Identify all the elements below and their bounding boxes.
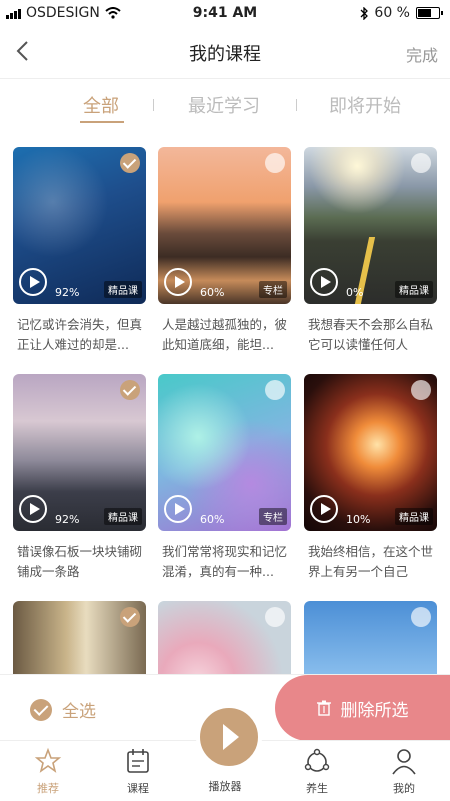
select-checkbox[interactable] <box>411 607 431 627</box>
tab-recent[interactable]: 最近学习 <box>188 92 260 118</box>
course-description: 记忆或许会消失，但真正让人难过的却是... <box>17 317 143 352</box>
course-thumbnail: 10% 精品课 <box>304 374 437 531</box>
person-icon <box>392 749 416 775</box>
bluetooth-icon <box>360 6 369 20</box>
check-circle-icon <box>30 698 52 721</box>
course-description: 错误像石板一块块铺砌铺成一条路 <box>17 544 143 579</box>
course-description: 我想春天不会那么自私它可以读懂任何人 <box>308 317 434 352</box>
progress-label: 92% <box>55 286 80 299</box>
tabbar-label: 我的 <box>393 782 415 795</box>
star-icon <box>34 747 62 773</box>
done-button[interactable]: 完成 <box>406 42 438 66</box>
tabbar-label: 养生 <box>306 782 328 795</box>
progress-label: 10% <box>346 513 371 526</box>
course-tag: 专栏 <box>259 508 287 525</box>
select-checkbox[interactable] <box>411 153 431 173</box>
tabbar-label: 推荐 <box>37 782 59 795</box>
tab-upcoming[interactable]: 即将开始 <box>329 92 401 118</box>
course-tag: 精品课 <box>395 281 433 298</box>
tab-indicator <box>80 121 124 123</box>
tab-divider <box>153 99 154 111</box>
progress-label: 60% <box>200 513 225 526</box>
tabbar-label-player: 播放器 <box>208 780 242 793</box>
course-thumbnail: 60% 专栏 <box>158 147 291 304</box>
course-description: 我们常常将现实和记忆混淆，真的有一种... <box>162 544 288 579</box>
play-icon[interactable] <box>310 268 338 296</box>
tabbar-item-courses[interactable]: 课程 <box>108 747 168 796</box>
tabbar-item-profile[interactable]: 我的 <box>374 747 434 796</box>
select-all-button[interactable]: 全选 <box>30 697 96 722</box>
nav-bar: 我的课程 完成 <box>0 26 450 79</box>
select-checkbox[interactable] <box>265 607 285 627</box>
filter-tabs: 全部 最近学习 即将开始 <box>0 86 450 132</box>
tabbar-item-recommend[interactable]: 推荐 <box>18 747 78 796</box>
calendar-icon <box>127 749 149 773</box>
status-right: 60 % <box>360 5 443 21</box>
play-icon[interactable] <box>19 268 47 296</box>
tabbar-label: 课程 <box>127 782 149 795</box>
select-checkbox[interactable] <box>120 153 140 173</box>
course-thumbnail: 92% 精品课 <box>13 374 146 531</box>
play-icon[interactable] <box>310 495 338 523</box>
molecule-icon <box>304 748 330 772</box>
play-icon[interactable] <box>19 495 47 523</box>
progress-label: 60% <box>200 286 225 299</box>
trash-icon <box>316 700 331 716</box>
course-thumbnail: 92% 精品课 <box>13 147 146 304</box>
course-description: 我始终相信，在这个世界上有另一个自己 <box>308 544 434 579</box>
page-title: 我的课程 <box>189 44 261 65</box>
delete-label: 删除所选 <box>340 700 409 721</box>
course-tag: 专栏 <box>259 281 287 298</box>
progress-label: 92% <box>55 513 80 526</box>
progress-label: 0% <box>346 286 364 299</box>
select-checkbox[interactable] <box>265 380 285 400</box>
course-thumbnail: 0% 精品课 <box>304 147 437 304</box>
play-icon[interactable] <box>164 268 192 296</box>
course-tag: 精品课 <box>395 508 433 525</box>
course-thumbnail: 60% 专栏 <box>158 374 291 531</box>
course-tag: 精品课 <box>104 281 142 298</box>
select-checkbox[interactable] <box>265 153 285 173</box>
course-description: 人是越过越孤独的，彼此知道底细，能坦... <box>162 317 288 352</box>
player-button[interactable] <box>196 704 262 770</box>
select-checkbox[interactable] <box>120 607 140 627</box>
delete-selected-button[interactable]: 删除所选 <box>275 675 450 741</box>
status-bar: OSDESIGN 9:41 AM 60 % <box>0 0 450 26</box>
battery-icon <box>416 7 443 19</box>
tab-all[interactable]: 全部 <box>83 92 119 118</box>
tabbar-item-health[interactable]: 养生 <box>287 747 347 796</box>
select-checkbox[interactable] <box>120 380 140 400</box>
select-all-label: 全选 <box>62 702 96 722</box>
play-icon[interactable] <box>164 495 192 523</box>
battery-label: 60 % <box>374 5 410 21</box>
select-checkbox[interactable] <box>411 380 431 400</box>
tab-divider <box>296 99 297 111</box>
course-tag: 精品课 <box>104 508 142 525</box>
